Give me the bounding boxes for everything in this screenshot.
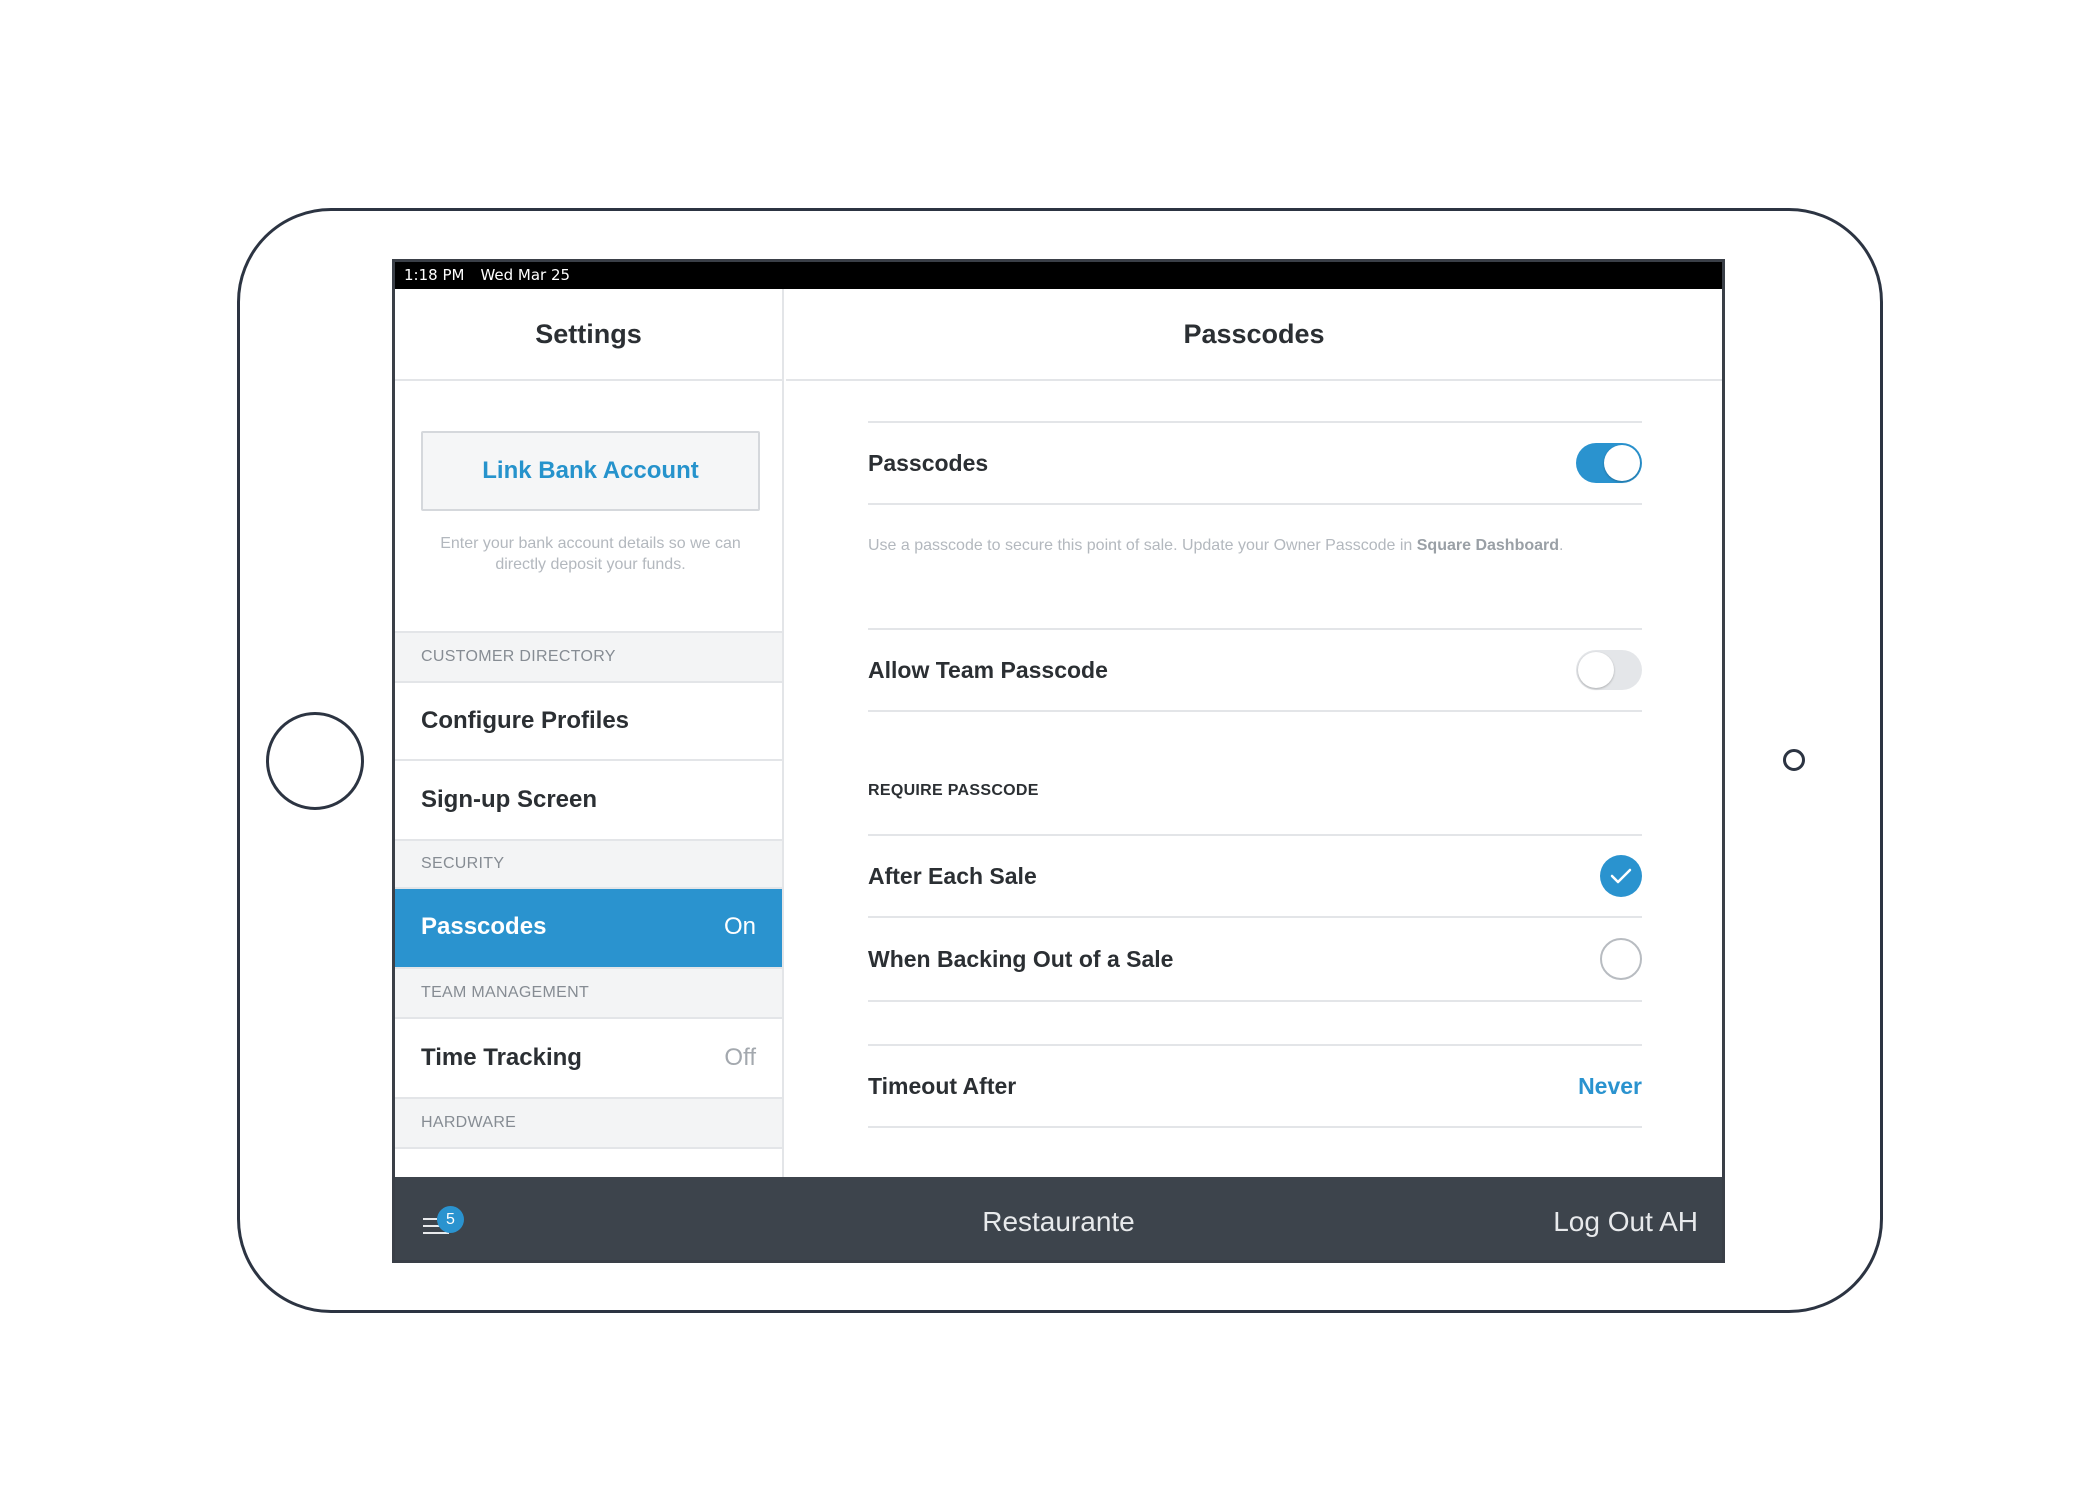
sidebar-item-label: Time Tracking	[421, 1044, 582, 1071]
link-bank-account-button[interactable]: Link Bank Account	[421, 431, 760, 511]
sidebar-item-label: Passcodes	[421, 913, 547, 940]
camera-icon	[1783, 749, 1805, 771]
sidebar-item-value: Off	[724, 1044, 756, 1071]
radio-circle-icon[interactable]	[1600, 938, 1642, 980]
passcodes-toggle[interactable]	[1576, 443, 1642, 483]
toggle-knob	[1578, 652, 1614, 688]
section-header-customer-directory: CUSTOMER DIRECTORY	[395, 631, 782, 683]
menu-line	[423, 1232, 449, 1234]
passcodes-content: Passcodes Use a passcode to secure this …	[868, 381, 1642, 1128]
team-passcode-row: Allow Team Passcode	[868, 628, 1642, 712]
timeout-value[interactable]: Never	[1578, 1073, 1642, 1100]
bank-area: Link Bank Account Enter your bank accoun…	[395, 381, 782, 631]
sidebar-item-time-tracking[interactable]: Time Tracking Off	[395, 1019, 782, 1097]
passcodes-row: Passcodes	[868, 421, 1642, 505]
hint-text: Use a passcode to secure this point of s…	[868, 537, 1417, 554]
section-header-hardware: HARDWARE	[395, 1097, 782, 1149]
option-backing-out[interactable]: When Backing Out of a Sale	[868, 918, 1642, 1002]
settings-sidebar: Settings Link Bank Account Enter your ba…	[395, 289, 784, 1177]
log-out-button[interactable]: Log Out AH	[1553, 1206, 1698, 1238]
status-date: Wed Mar 25	[480, 266, 571, 284]
location-label: Restaurante	[982, 1205, 1135, 1237]
team-passcode-label: Allow Team Passcode	[868, 656, 1108, 683]
require-passcode-header: REQUIRE PASSCODE	[868, 782, 1039, 799]
sidebar-item-configure-profiles[interactable]: Configure Profiles	[395, 683, 782, 761]
status-bar: 1:18 PM Wed Mar 25	[395, 262, 1722, 289]
home-button[interactable]	[266, 712, 364, 810]
bottom-bar: 5 Restaurante Log Out AH	[395, 1177, 1722, 1260]
option-after-each-sale[interactable]: After Each Sale	[868, 834, 1642, 918]
screen: 1:18 PM Wed Mar 25 Settings Link Bank Acc…	[392, 259, 1725, 1263]
sidebar-item-passcodes[interactable]: Passcodes On	[395, 889, 782, 967]
hint-suffix: .	[1559, 537, 1564, 554]
page-title: Passcodes	[786, 289, 1722, 381]
section-header-security: SECURITY	[395, 839, 782, 889]
section-header-team-management: TEAM MANAGEMENT	[395, 967, 782, 1019]
sidebar-item-label: Configure Profiles	[421, 707, 630, 734]
notification-badge: 5	[437, 1206, 464, 1233]
checkmark-icon[interactable]	[1600, 855, 1642, 897]
sidebar-item-label: Sign-up Screen	[421, 786, 598, 813]
location-name: Restaurante	[395, 1206, 1722, 1238]
team-passcode-toggle[interactable]	[1576, 650, 1642, 690]
option-label: When Backing Out of a Sale	[868, 945, 1174, 972]
toggle-knob	[1604, 445, 1640, 481]
sidebar-item-signup-screen[interactable]: Sign-up Screen	[395, 761, 782, 839]
menu-button[interactable]: 5	[423, 1206, 469, 1242]
timeout-label: Timeout After	[868, 1072, 1017, 1099]
timeout-row[interactable]: Timeout After Never	[868, 1044, 1642, 1128]
sidebar-item-value: On	[723, 913, 756, 940]
option-label: After Each Sale	[868, 862, 1037, 889]
square-dashboard-link[interactable]: Square Dashboard	[1417, 537, 1559, 554]
status-time: 1:18 PM	[404, 266, 465, 284]
sidebar-title: Settings	[395, 289, 782, 381]
menu-line	[423, 1218, 437, 1220]
passcodes-label: Passcodes	[868, 449, 989, 476]
passcodes-hint: Use a passcode to secure this point of s…	[868, 505, 1642, 628]
passcodes-panel: Passcodes Passcodes Use a passcode to se…	[786, 289, 1722, 1177]
bank-hint-text: Enter your bank account details so we ca…	[440, 535, 741, 573]
